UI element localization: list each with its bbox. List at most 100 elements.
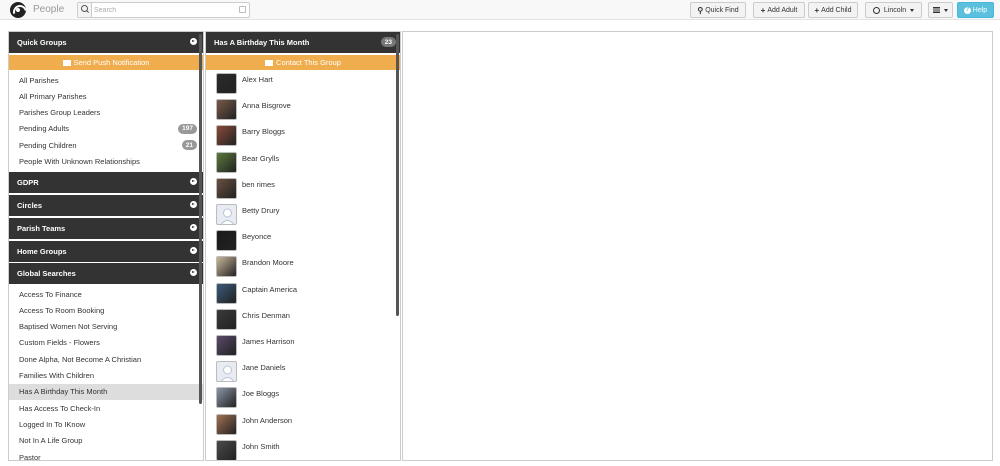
section-parish-teams[interactable]: Parish Teams: [9, 218, 203, 239]
section-title: Circles: [17, 201, 43, 210]
person-name[interactable]: Jane Daniels: [242, 363, 285, 372]
search-input[interactable]: [94, 4, 234, 16]
avatar[interactable]: [216, 230, 237, 252]
view-menu-button[interactable]: [928, 2, 953, 18]
person-row[interactable]: Barry Bloggs: [206, 125, 396, 151]
person-row[interactable]: James Harrison: [206, 335, 396, 361]
avatar[interactable]: [216, 282, 237, 304]
avatar[interactable]: [216, 387, 237, 409]
chevron-down-icon: [910, 8, 915, 12]
person-row[interactable]: Jane Daniels: [206, 361, 396, 387]
person-row[interactable]: ben rimes: [206, 177, 396, 204]
person-name[interactable]: John Anderson: [242, 416, 292, 425]
list-item[interactable]: Pastor: [9, 449, 203, 461]
plus-icon: +: [760, 5, 766, 15]
list-item-label: Families With Children: [19, 371, 95, 380]
person-row[interactable]: Brandon Moore: [206, 256, 396, 282]
person-name[interactable]: Beyonce: [242, 232, 271, 241]
send-push-notification-button[interactable]: Send Push Notification: [9, 55, 203, 70]
person-name[interactable]: James Harrison: [242, 337, 295, 346]
members-scrollbar[interactable]: [396, 34, 399, 316]
person-name[interactable]: Betty Drury: [242, 206, 280, 215]
search-icon[interactable]: [78, 3, 92, 17]
list-item[interactable]: Pending Adults 197: [9, 121, 203, 137]
avatar[interactable]: [216, 439, 237, 460]
section-global-searches[interactable]: Global Searches: [9, 263, 203, 284]
app-logo-icon[interactable]: [10, 2, 26, 18]
list-item[interactable]: Parishes Group Leaders: [9, 105, 203, 121]
avatar[interactable]: [216, 413, 237, 435]
person-name[interactable]: Captain America: [242, 285, 297, 294]
search-box[interactable]: [77, 2, 250, 18]
list-item[interactable]: Custom Fields - Flowers: [9, 335, 203, 351]
person-row[interactable]: Betty Drury: [206, 204, 396, 230]
section-circles[interactable]: Circles: [9, 195, 203, 216]
person-name[interactable]: Barry Bloggs: [242, 127, 285, 136]
person-row[interactable]: Beyonce: [206, 230, 396, 256]
section-title: Quick Groups: [17, 38, 67, 47]
person-name[interactable]: Bear Grylls: [242, 154, 279, 163]
avatar[interactable]: [216, 151, 237, 173]
list-item[interactable]: Done Alpha, Not Become A Christian: [9, 351, 203, 367]
question-icon: ?: [963, 6, 971, 14]
list-item-label: Parishes Group Leaders: [19, 108, 101, 118]
contact-group-button[interactable]: Contact This Group: [206, 55, 400, 70]
person-row[interactable]: John Smith: [206, 439, 396, 460]
avatar[interactable]: [216, 204, 237, 225]
avatar[interactable]: [216, 125, 237, 147]
avatar[interactable]: [216, 256, 237, 278]
list-item[interactable]: Baptised Women Not Serving: [9, 319, 203, 335]
person-name[interactable]: Joe Bloggs: [242, 389, 279, 398]
list-item[interactable]: Pending Children 21: [9, 137, 203, 153]
person-name[interactable]: John Smith: [242, 442, 280, 451]
person-name[interactable]: Chris Denman: [242, 311, 290, 320]
avatar[interactable]: [216, 361, 237, 383]
avatar[interactable]: [216, 99, 237, 121]
person-row[interactable]: Captain America: [206, 282, 396, 309]
list-item[interactable]: Access To Room Booking: [9, 302, 203, 318]
arrow-right-circle-icon: [190, 178, 197, 185]
person-row[interactable]: Alex Hart: [206, 73, 396, 99]
send-push-label: Send Push Notification: [73, 58, 150, 67]
detail-panel: [402, 31, 993, 461]
section-gdpr[interactable]: GDPR: [9, 172, 203, 193]
avatar[interactable]: [216, 177, 237, 199]
globe-icon: [872, 6, 880, 14]
avatar[interactable]: [216, 308, 237, 330]
person-name[interactable]: Alex Hart: [242, 75, 273, 84]
section-home-groups[interactable]: Home Groups: [9, 241, 203, 262]
quick-find-button[interactable]: ⚲ Quick Find: [690, 2, 746, 18]
person-row[interactable]: Chris Denman: [206, 308, 396, 335]
person-row[interactable]: Anna Bisgrove: [206, 99, 396, 125]
list-item[interactable]: All Primary Parishes: [9, 88, 203, 104]
list-item[interactable]: Logged In To IKnow: [9, 416, 203, 432]
add-child-button[interactable]: + Add Child: [808, 2, 858, 18]
list-item[interactable]: All Parishes: [9, 72, 203, 88]
list-item-label: Baptised Women Not Serving: [19, 322, 118, 332]
search-clear-icon[interactable]: [239, 6, 246, 13]
person-name[interactable]: ben rimes: [242, 180, 275, 189]
list-item[interactable]: Access To Finance: [9, 286, 203, 302]
top-bar: People ⚲ Quick Find + Add Adult + Add Ch…: [0, 0, 1000, 20]
avatar[interactable]: [216, 335, 237, 356]
list-item[interactable]: Has Access To Check-In: [9, 400, 203, 416]
person-name[interactable]: Anna Bisgrove: [242, 101, 291, 110]
list-item[interactable]: Families With Children: [9, 368, 203, 384]
help-button[interactable]: ? Help: [957, 2, 994, 18]
list-item[interactable]: Has A Birthday This Month: [9, 383, 203, 400]
add-adult-button[interactable]: + Add Adult: [753, 2, 805, 18]
person-row[interactable]: Joe Bloggs: [206, 387, 396, 413]
list-item[interactable]: Not In A Life Group: [9, 433, 203, 449]
avatar[interactable]: [216, 73, 237, 94]
person-row[interactable]: John Anderson: [206, 413, 396, 440]
person-row[interactable]: Bear Grylls: [206, 151, 396, 178]
plus-icon: +: [814, 5, 820, 15]
section-title: Global Searches: [17, 269, 76, 278]
groups-scrollbar[interactable]: [199, 34, 202, 404]
list-item[interactable]: People With Unknown Relationships: [9, 154, 203, 170]
section-quick-groups[interactable]: Quick Groups: [9, 32, 203, 53]
site-dropdown[interactable]: Lincoln: [865, 2, 922, 18]
group-members-panel: Has A Birthday This Month 23 Contact Thi…: [205, 31, 401, 461]
list-item-label: Pastor: [19, 452, 41, 461]
person-name[interactable]: Brandon Moore: [242, 258, 294, 267]
